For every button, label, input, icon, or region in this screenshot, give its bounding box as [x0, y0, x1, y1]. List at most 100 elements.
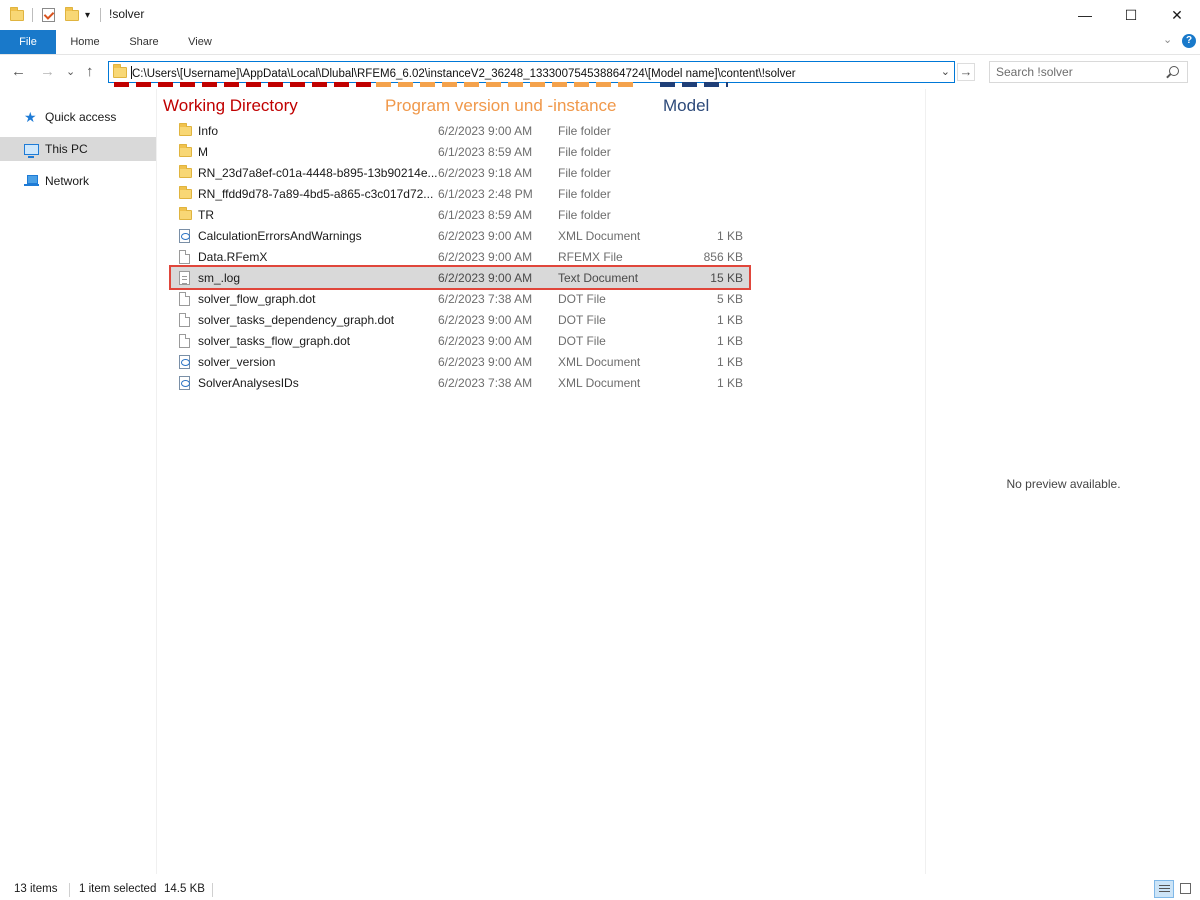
file-date: 6/1/2023 8:59 AM	[438, 145, 533, 159]
address-path-container: C:\Users\[Username]\AppData\Local\Dlubal…	[131, 66, 796, 80]
file-date: 6/2/2023 9:00 AM	[438, 250, 533, 264]
new-folder-icon[interactable]	[65, 6, 79, 24]
file-icon	[179, 250, 190, 264]
tab-share[interactable]: Share	[120, 30, 168, 54]
quick-access-separator	[32, 6, 33, 24]
navigation-pane: ★ Quick access This PC Network	[0, 89, 157, 874]
folder-icon	[179, 186, 192, 199]
close-button[interactable]: ✕	[1154, 0, 1200, 30]
file-type: XML Document	[558, 376, 641, 390]
sidebar-item-label: This PC	[45, 142, 88, 156]
back-arrow-icon[interactable]: ←	[11, 63, 26, 80]
file-type: XML Document	[558, 355, 641, 369]
file-row-data-rfemx[interactable]: Data.RFemX 6/2/2023 9:00 AM RFEMX File 8…	[171, 246, 749, 267]
expand-ribbon-icon[interactable]: ⌄	[1163, 33, 1172, 46]
details-view-button[interactable]	[1154, 880, 1174, 898]
file-row-solver-analyses-ids[interactable]: SolverAnalysesIDs 6/2/2023 7:38 AM XML D…	[171, 372, 749, 393]
file-type: File folder	[558, 166, 611, 180]
large-icons-view-button[interactable]	[1176, 880, 1196, 898]
file-row-calculation-errors[interactable]: CalculationErrorsAndWarnings 6/2/2023 9:…	[171, 225, 749, 246]
selection-size: 14.5 KB	[164, 883, 205, 895]
search-box[interactable]	[989, 61, 1188, 83]
file-date: 6/2/2023 9:00 AM	[438, 229, 533, 243]
program-version-annotation: Program version und -instance	[385, 96, 617, 115]
recent-locations-icon[interactable]: ⌄	[66, 65, 75, 78]
file-name: CalculationErrorsAndWarnings	[198, 229, 362, 243]
file-date: 6/2/2023 9:00 AM	[438, 271, 533, 285]
file-name: solver_tasks_flow_graph.dot	[198, 334, 351, 348]
file-type: Text Document	[558, 271, 639, 285]
tab-view[interactable]: View	[178, 30, 222, 54]
file-name: sm_.log	[198, 271, 241, 285]
address-path[interactable]: C:\Users\[Username]\AppData\Local\Dlubal…	[132, 68, 796, 80]
sidebar-item-quick-access[interactable]: ★ Quick access	[0, 105, 156, 129]
forward-arrow-icon[interactable]: →	[40, 63, 55, 80]
file-name: TR	[198, 208, 214, 222]
xml-document-icon	[179, 229, 190, 243]
file-row-m[interactable]: M 6/1/2023 8:59 AM File folder	[171, 141, 749, 162]
file-row-solver-tasks-dependency[interactable]: solver_tasks_dependency_graph.dot 6/2/20…	[171, 309, 749, 330]
ribbon-tabs: File Home Share View ⌄ ?	[0, 30, 1200, 55]
preview-pane: No preview available.	[925, 89, 1200, 874]
file-name: SolverAnalysesIDs	[198, 376, 299, 390]
file-row-solver-tasks-flow[interactable]: solver_tasks_flow_graph.dot 6/2/2023 9:0…	[171, 330, 749, 351]
file-size: 1 KB	[716, 313, 743, 327]
working-directory-annotation: Working Directory	[163, 96, 298, 115]
file-name: RN_ffdd9d78-7a89-4bd5-a865-c3c017d72...	[198, 187, 434, 201]
file-type: DOT File	[558, 313, 606, 327]
file-row-sm-log[interactable]: sm_.log 6/2/2023 9:00 AM Text Document 1…	[169, 265, 751, 290]
customize-toolbar-icon[interactable]: ▾	[85, 6, 90, 24]
file-row-solver-flow-graph[interactable]: solver_flow_graph.dot 6/2/2023 7:38 AM D…	[171, 288, 749, 309]
properties-icon[interactable]	[42, 6, 55, 24]
go-arrow-icon[interactable]: →	[957, 63, 975, 81]
up-arrow-icon[interactable]: ↑	[86, 63, 94, 80]
network-icon	[24, 174, 39, 188]
minimize-button[interactable]: —	[1062, 0, 1108, 30]
file-icon	[179, 292, 190, 306]
file-row-rn-ffdd[interactable]: RN_ffdd9d78-7a89-4bd5-a865-c3c017d72... …	[171, 183, 749, 204]
file-size: 856 KB	[703, 250, 743, 264]
file-size: 1 KB	[716, 355, 743, 369]
file-size: 1 KB	[716, 229, 743, 243]
address-bar[interactable]: C:\Users\[Username]\AppData\Local\Dlubal…	[108, 61, 955, 83]
sidebar-item-this-pc[interactable]: This PC	[0, 137, 156, 161]
folder-icon	[179, 144, 192, 157]
file-type: File folder	[558, 187, 611, 201]
window-folder-icon	[10, 6, 24, 24]
file-type: DOT File	[558, 292, 606, 306]
file-date: 6/2/2023 9:00 AM	[438, 334, 533, 348]
file-size: 1 KB	[716, 376, 743, 390]
help-icon[interactable]: ?	[1182, 34, 1196, 48]
tab-file[interactable]: File	[0, 30, 56, 54]
folder-icon	[179, 165, 192, 178]
status-separator	[69, 883, 70, 897]
search-input[interactable]	[996, 64, 1166, 80]
sidebar-item-network[interactable]: Network	[0, 169, 156, 193]
file-row-rn-23d7[interactable]: RN_23d7a8ef-c01a-4448-b895-13b90214e... …	[171, 162, 749, 183]
star-icon: ★	[24, 108, 37, 125]
file-name: RN_23d7a8ef-c01a-4448-b895-13b90214e...	[198, 166, 438, 180]
file-row-info[interactable]: Info 6/2/2023 9:00 AM File folder	[171, 120, 749, 141]
preview-message: No preview available.	[1006, 477, 1121, 491]
file-name: solver_version	[198, 355, 276, 369]
file-size: 5 KB	[716, 292, 743, 306]
file-date: 6/1/2023 2:48 PM	[438, 187, 533, 201]
file-row-solver-version[interactable]: solver_version 6/2/2023 9:00 AM XML Docu…	[171, 351, 749, 372]
tab-home[interactable]: Home	[62, 30, 108, 54]
large-icons-view-icon	[1180, 883, 1191, 894]
file-type: DOT File	[558, 334, 606, 348]
file-name: solver_tasks_dependency_graph.dot	[198, 313, 395, 327]
address-dropdown-icon[interactable]: ⌄	[941, 65, 950, 78]
status-separator	[212, 883, 213, 897]
file-date: 6/2/2023 7:38 AM	[438, 292, 533, 306]
search-icon[interactable]	[1169, 66, 1179, 76]
file-date: 6/2/2023 9:00 AM	[438, 355, 533, 369]
working-directory-marker	[114, 82, 372, 87]
details-view-icon	[1159, 885, 1170, 894]
file-type: File folder	[558, 208, 611, 222]
file-row-tr[interactable]: TR 6/1/2023 8:59 AM File folder	[171, 204, 749, 225]
xml-document-icon	[179, 355, 190, 369]
maximize-button[interactable]: ☐	[1108, 0, 1154, 30]
program-version-marker	[376, 82, 638, 87]
sidebar-item-label: Quick access	[45, 110, 117, 124]
